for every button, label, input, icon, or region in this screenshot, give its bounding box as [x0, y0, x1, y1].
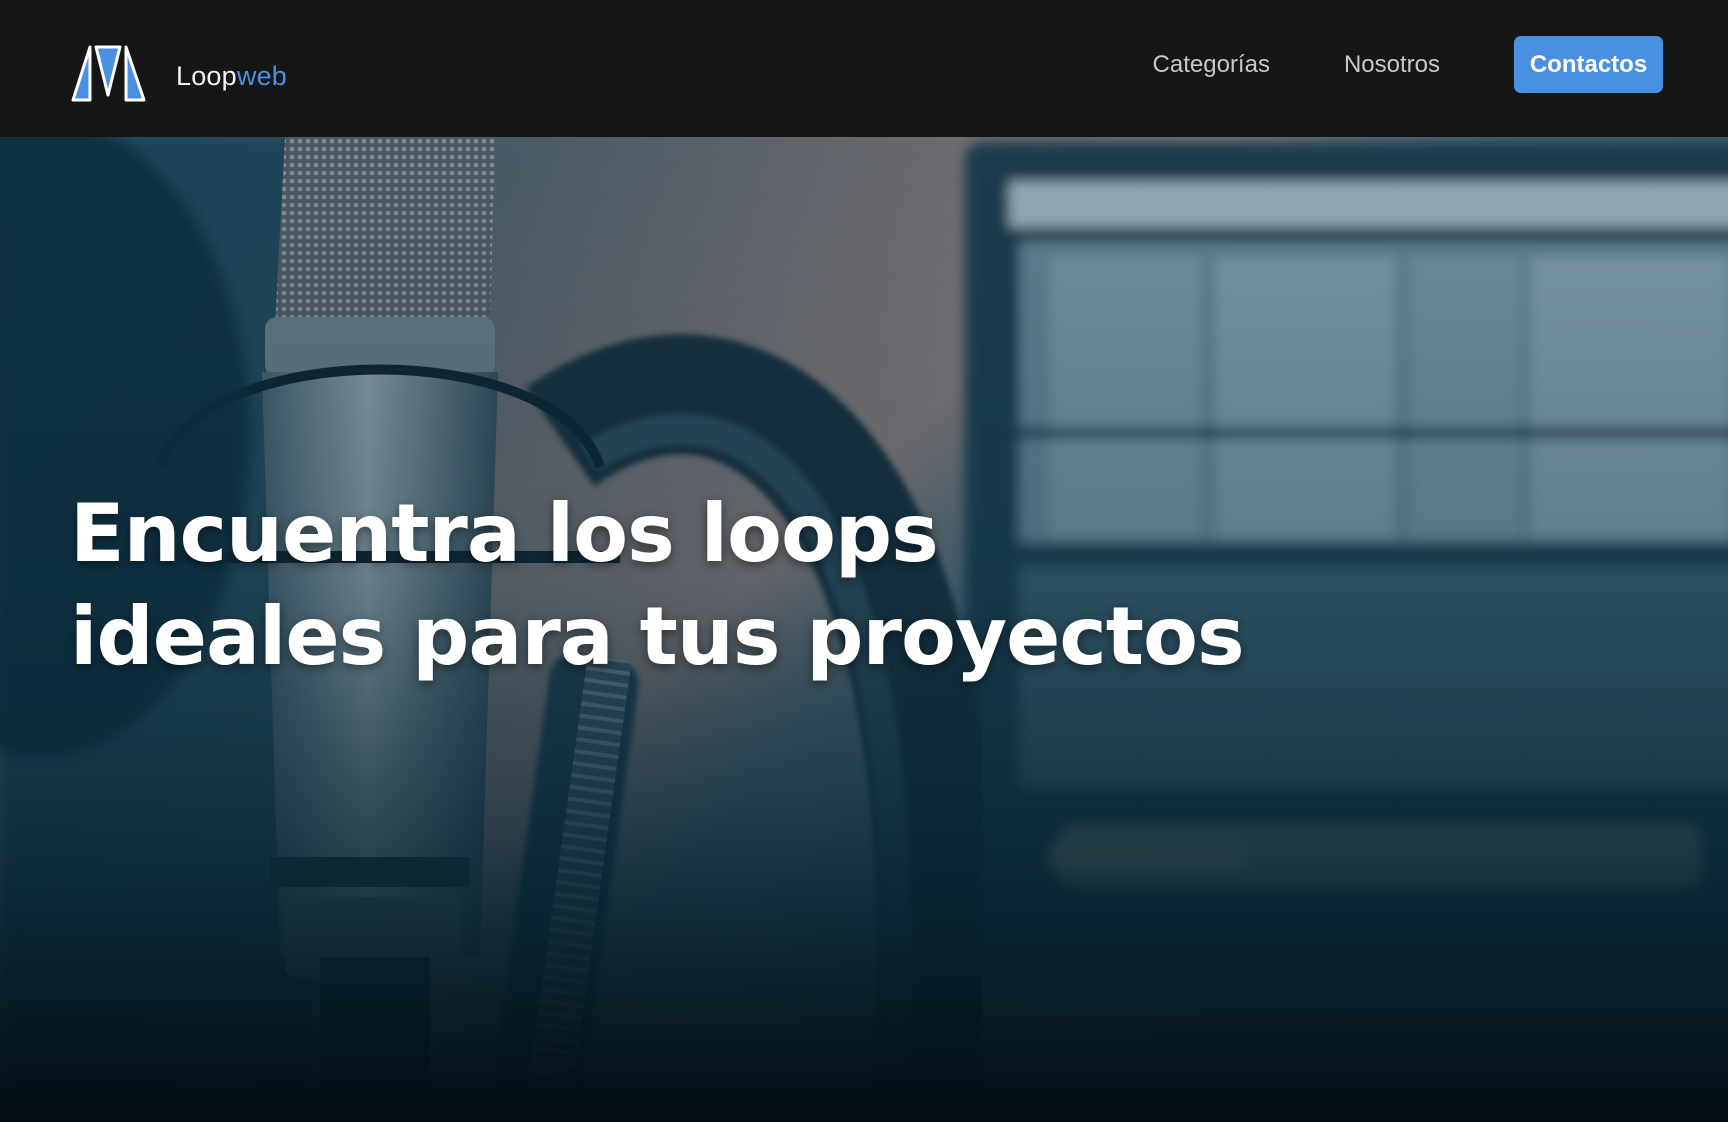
loopweb-logo-icon — [71, 45, 146, 102]
hero-section: Encuentra los loops ideales para tus pro… — [0, 137, 1728, 1122]
hero-title-line1: Encuentra los loops — [70, 487, 939, 580]
brand-home-link[interactable]: Loopweb — [70, 43, 287, 103]
brand-name-part2: web — [236, 60, 288, 91]
site-header: Loopweb Categorías Nosotros Contactos — [0, 0, 1728, 137]
nav-link-about[interactable]: Nosotros — [1344, 51, 1440, 79]
contact-button[interactable]: Contactos — [1514, 36, 1663, 93]
main-nav: Categorías Nosotros Contactos — [1153, 36, 1663, 93]
hero-title: Encuentra los loops ideales para tus pro… — [70, 482, 1270, 688]
brand-name: Loopweb — [176, 61, 287, 92]
brand-name-part1: Loop — [176, 60, 237, 91]
nav-link-categories[interactable]: Categorías — [1153, 51, 1270, 79]
hero-title-line2: ideales para tus proyectos — [70, 590, 1245, 683]
